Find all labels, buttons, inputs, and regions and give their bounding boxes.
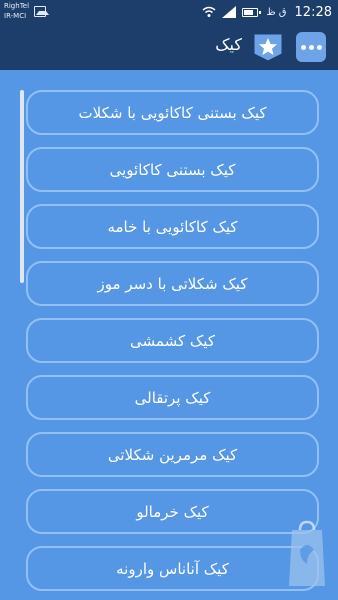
recipe-label: کیک کشمشی <box>130 331 215 350</box>
recipe-list-item[interactable]: کیک کشمشی <box>26 318 319 363</box>
recipe-list-item[interactable]: کیک شکلاتی با دسر موز <box>26 261 319 306</box>
status-bar: RighTel IR-MCI ق ظ 12:28 <box>0 0 338 24</box>
app-bar: کیک <box>0 24 338 70</box>
recipe-label: کیک خرمالو <box>136 502 209 521</box>
status-time: 12:28 <box>294 4 332 20</box>
recipe-list-item[interactable]: کیک خرمالو <box>26 489 319 534</box>
recipe-label: کیک آناناس وارونه <box>116 559 229 578</box>
recipe-list-item[interactable]: کیک بستنی کاکائویی با شکلات <box>26 90 319 135</box>
recipe-label: کیک بستنی کاکائویی با شکلات <box>78 103 267 122</box>
recipe-label: کیک مرمرین شکلاتی <box>107 445 238 464</box>
recipe-label: کیک پرتقالی <box>134 388 211 407</box>
page-title: کیک <box>215 35 242 54</box>
wifi-icon <box>202 6 216 17</box>
battery-icon <box>242 7 262 17</box>
recipe-list-item[interactable]: کیک بستنی کاکائویی <box>26 147 319 192</box>
more-dots-icon <box>316 44 322 50</box>
more-dots-icon <box>300 44 306 50</box>
recipe-list-item[interactable]: کیک پرتقالی <box>26 375 319 420</box>
shopping-bag-logo <box>289 520 325 586</box>
recipe-label: کیک بستنی کاکائویی <box>109 160 236 179</box>
image-notification-icon <box>34 6 49 17</box>
status-indicators: ق ظ <box>266 6 287 18</box>
scrollbar[interactable] <box>20 90 24 283</box>
recipe-list[interactable]: کیک بستنی کاکائویی با شکلات کیک بستنی کا… <box>0 70 338 600</box>
recipe-list-item[interactable]: کیک آناناس وارونه <box>26 546 319 591</box>
signal-icon <box>222 6 237 18</box>
recipe-list-item[interactable]: کیک کاکائویی با خامه <box>26 204 319 249</box>
recipe-label: کیک شکلاتی با دسر موز <box>97 274 248 293</box>
recipe-label: کیک کاکائویی با خامه <box>107 217 238 236</box>
favorite-button[interactable] <box>252 32 284 62</box>
recipe-list-item[interactable]: کیک مرمرین شکلاتی <box>26 432 319 477</box>
more-dots-icon <box>308 44 314 50</box>
more-menu-button[interactable] <box>296 32 326 62</box>
status-right-group: ق ظ 12:28 <box>202 0 332 24</box>
